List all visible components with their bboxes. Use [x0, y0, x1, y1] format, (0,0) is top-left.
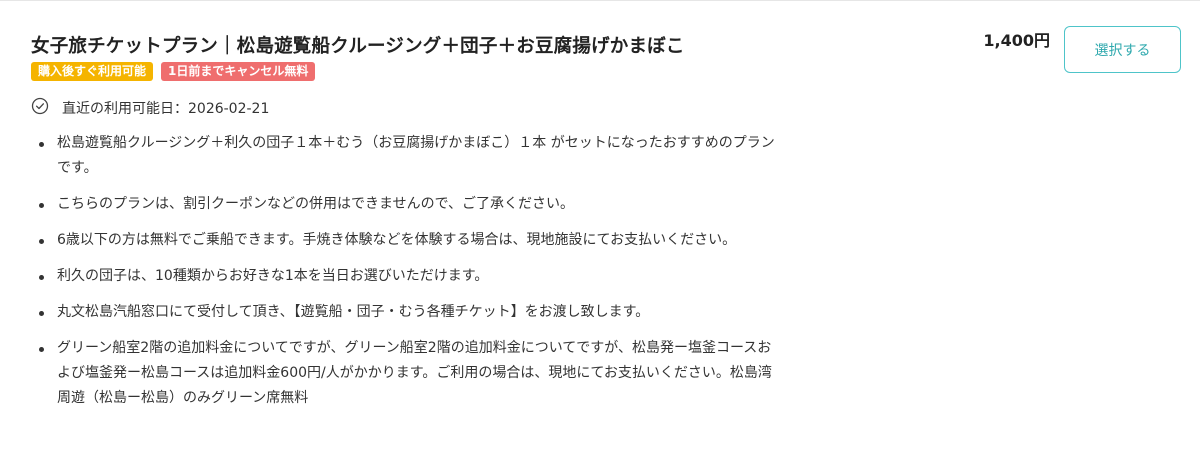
free-cancel-badge: 1日前までキャンセル無料 — [161, 62, 316, 81]
availability-date: 直近の利用可能日：2026-02-21 — [62, 101, 270, 117]
plan-badges: 購入後すぐ利用可能 1日前までキャンセル無料 — [31, 62, 316, 81]
list-item: 丸文松島汽船窓口にて受付して頂き、【遊覧船・団子・むう各種チケット】をお渡し致し… — [38, 300, 778, 325]
select-button[interactable]: 選択する — [1064, 26, 1181, 73]
availability-row: 直近の利用可能日：2026-02-21 — [31, 97, 269, 119]
plan-description-list: 松島遊覧船クルージング＋利久の団子１本＋むう（お豆腐揚げかまぼこ）１本 がセット… — [38, 131, 778, 422]
plan-card: 女子旅チケットプラン｜松島遊覧船クルージング＋団子＋お豆腐揚げかまぼこ 購入後す… — [0, 0, 1200, 452]
list-item: こちらのプランは、割引クーポンなどの併用はできませんので、ご了承ください。 — [38, 192, 778, 217]
plan-price: 1,400円 — [983, 31, 1050, 50]
check-circle-icon — [31, 97, 49, 119]
list-item: 松島遊覧船クルージング＋利久の団子１本＋むう（お豆腐揚げかまぼこ）１本 がセット… — [38, 131, 778, 181]
list-item: 6歳以下の方は無料でご乗船できます。手焼き体験などを体験する場合は、現地施設にて… — [38, 228, 778, 253]
list-item: 利久の団子は、10種類からお好きな1本を当日お選びいただけます。 — [38, 264, 778, 289]
list-item: グリーン船室2階の追加料金についてですが、グリーン船室2階の追加料金についてです… — [38, 336, 778, 411]
plan-title: 女子旅チケットプラン｜松島遊覧船クルージング＋団子＋お豆腐揚げかまぼこ — [31, 36, 685, 57]
instant-use-badge: 購入後すぐ利用可能 — [31, 62, 154, 81]
